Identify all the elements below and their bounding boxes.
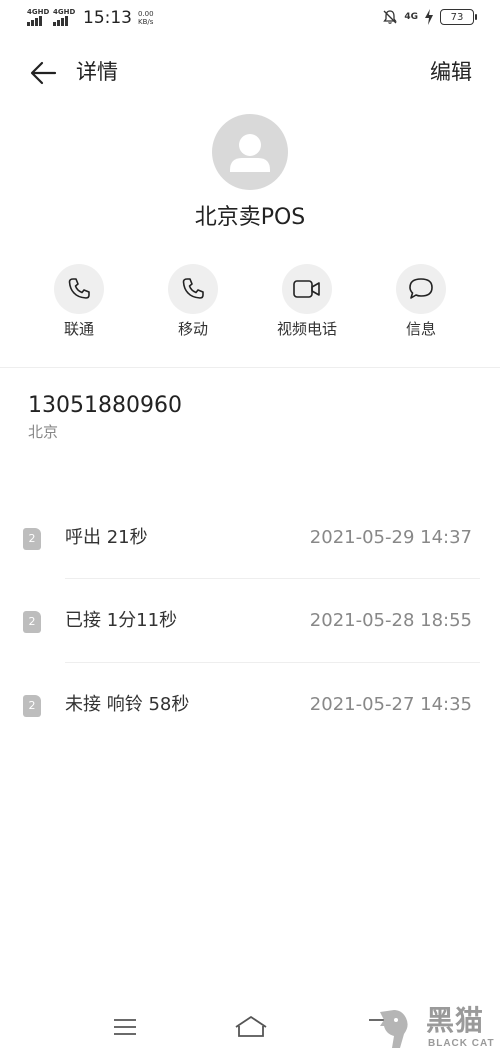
video-icon (293, 280, 320, 298)
action-call-unicom[interactable]: 联通 (29, 264, 129, 340)
row-divider (65, 662, 480, 663)
sim1-tag: 4GHD (27, 8, 50, 16)
network-speed-value: 0.00 (138, 10, 154, 18)
call-type: 已接 1分11秒 (65, 610, 178, 631)
call-log-row[interactable]: 2 已接 1分11秒 2021-05-28 18:55 (0, 601, 500, 641)
battery-indicator: 73 (440, 9, 477, 25)
mute-bell-icon (383, 10, 398, 24)
page-title: 详情 (76, 60, 118, 84)
action-label: 联通 (63, 320, 94, 338)
call-type: 呼出 21秒 (65, 527, 148, 548)
call-log-row[interactable]: 2 呼出 21秒 2021-05-29 14:37 (0, 518, 500, 558)
contact-name: 北京卖POS (194, 205, 306, 230)
sim2-tag: 4GHD (53, 8, 76, 16)
phone-icon (182, 278, 204, 299)
action-label: 视频电话 (276, 320, 337, 338)
charging-icon (425, 9, 433, 25)
sim-card-icon: 2 (23, 695, 41, 717)
network-speed: 0.00 KB/s (138, 10, 154, 26)
call-type: 未接 响铃 58秒 (65, 694, 190, 715)
action-video-call[interactable]: 视频电话 (257, 264, 357, 340)
cat-logo-icon (380, 1010, 408, 1048)
menu-icon[interactable] (113, 1017, 137, 1037)
sim1-signal-icon: 4GHD (27, 8, 50, 26)
edit-button[interactable]: 编辑 (430, 58, 472, 86)
action-message[interactable]: 信息 (371, 264, 471, 340)
sim2-signal-icon: 4GHD (53, 8, 76, 26)
network-speed-unit: KB/s (138, 18, 154, 26)
action-label: 移动 (177, 320, 208, 338)
home-icon[interactable] (233, 1014, 269, 1040)
watermark-text-en: BLACK CAT (428, 1038, 495, 1049)
phone-number[interactable]: 13051880960 (28, 393, 182, 419)
network-type: 4G (404, 12, 418, 22)
message-icon (409, 278, 433, 299)
call-log-row[interactable]: 2 未接 响铃 58秒 2021-05-27 14:35 (0, 685, 500, 725)
action-label: 信息 (405, 320, 436, 338)
watermark: 黑猫 BLACK CAT (370, 1000, 500, 1056)
call-time: 2021-05-28 18:55 (309, 610, 472, 631)
call-time: 2021-05-27 14:35 (309, 694, 472, 715)
phone-region: 北京 (28, 423, 59, 441)
call-time: 2021-05-29 14:37 (309, 527, 472, 548)
person-icon (230, 134, 270, 172)
avatar (212, 114, 288, 190)
phone-icon (68, 278, 90, 299)
status-bar: 4GHD 4GHD 15:13 0.00 KB/s 4G 73 (0, 0, 500, 38)
sim-card-icon: 2 (23, 528, 41, 550)
action-call-mobile[interactable]: 移动 (143, 264, 243, 340)
battery-level: 73 (450, 11, 464, 23)
sim-card-icon: 2 (23, 611, 41, 633)
row-divider (65, 578, 480, 579)
section-divider (0, 367, 500, 368)
watermark-text-cn: 黑猫 (426, 1004, 485, 1037)
clock: 15:13 (83, 8, 132, 28)
back-arrow-icon[interactable] (29, 58, 59, 88)
